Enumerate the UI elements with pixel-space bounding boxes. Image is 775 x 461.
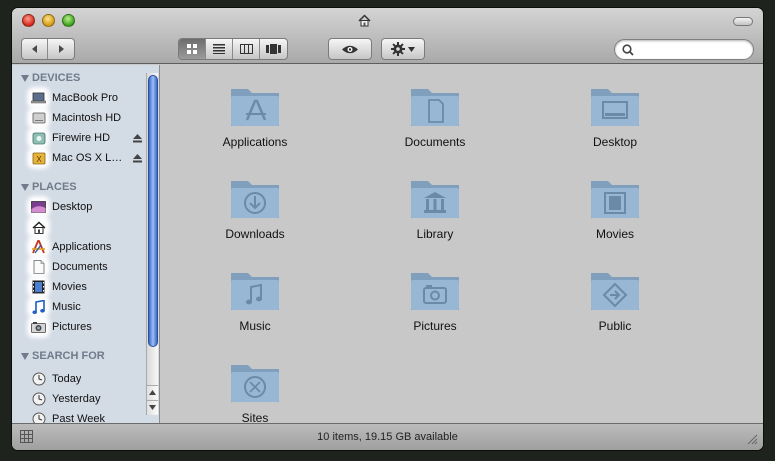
- music-note-icon: [30, 299, 47, 315]
- search-icon: [622, 44, 634, 56]
- eject-icon[interactable]: [133, 153, 142, 163]
- sidebar-scrollbar[interactable]: [146, 73, 158, 415]
- sidebar-item-macintosh-hd[interactable]: Macintosh HD: [30, 109, 142, 127]
- window-title: [358, 12, 375, 28]
- folder-applications[interactable]: Applications: [195, 83, 315, 153]
- file-browser: Applications Documents Desktop Downloads: [161, 65, 763, 425]
- sidebar-item-desktop[interactable]: Desktop: [30, 198, 142, 216]
- disclosure-triangle-icon: [21, 183, 29, 191]
- action-menu-button[interactable]: [381, 38, 425, 60]
- chevron-down-icon: [149, 405, 156, 410]
- camera-icon: [30, 319, 47, 335]
- movies-folder-icon: [591, 181, 639, 218]
- document-icon: [30, 259, 47, 275]
- sidebar-item-documents[interactable]: Documents: [30, 258, 142, 276]
- clock-icon: [30, 411, 47, 423]
- folder-library[interactable]: Library: [375, 175, 495, 245]
- sidebar-item-movies[interactable]: Movies: [30, 278, 142, 296]
- search-input[interactable]: [639, 42, 749, 57]
- home-icon: [358, 13, 371, 26]
- resize-grip-icon[interactable]: [747, 434, 758, 445]
- grid-icon: [186, 43, 197, 54]
- chevron-up-icon: [149, 390, 156, 395]
- sidebar-item-macbook-pro[interactable]: MacBook Pro: [30, 89, 142, 107]
- folder-downloads[interactable]: Downloads: [195, 175, 315, 245]
- back-arrow-icon: [32, 45, 37, 53]
- forward-button[interactable]: [48, 39, 74, 59]
- coverflow-icon: [266, 44, 281, 54]
- sidebar-item-pictures[interactable]: Pictures: [30, 318, 142, 336]
- scroll-up-button[interactable]: [147, 385, 158, 399]
- library-folder-icon: [411, 181, 459, 218]
- minimize-button[interactable]: [42, 14, 55, 27]
- sidebar-scroll-thumb[interactable]: [148, 75, 158, 347]
- desktop-folder-icon: [591, 89, 639, 126]
- laptop-icon: [30, 90, 47, 106]
- disclosure-triangle-icon: [21, 74, 29, 82]
- back-forward-control: [21, 38, 75, 60]
- sidebar-section-devices[interactable]: DEVICES: [21, 71, 80, 85]
- status-bar: 10 items, 19.15 GB available: [12, 423, 763, 450]
- hard-drive-icon: [30, 110, 47, 126]
- external-drive-icon: [30, 130, 47, 146]
- sidebar-item-firewire-hd[interactable]: Firewire HD: [30, 129, 142, 147]
- sidebar-section-places[interactable]: PLACES: [21, 180, 77, 194]
- sidebar-item-music[interactable]: Music: [30, 298, 142, 316]
- toolbar-toggle-button[interactable]: [733, 17, 753, 26]
- sidebar-item-today[interactable]: Today: [30, 370, 142, 388]
- folder-music[interactable]: Music: [195, 267, 315, 337]
- folder-sites[interactable]: Sites: [195, 359, 315, 429]
- film-icon: [30, 279, 47, 295]
- zoom-button[interactable]: [62, 14, 75, 27]
- search-field[interactable]: [614, 39, 754, 60]
- gear-icon: [391, 42, 405, 56]
- scroll-down-button[interactable]: [147, 400, 158, 414]
- columns-icon: [239, 44, 253, 54]
- quick-look-button[interactable]: [328, 38, 372, 60]
- music-folder-icon: [231, 273, 279, 310]
- svg-text:X: X: [36, 155, 42, 164]
- desktop-icon: [30, 199, 47, 215]
- back-button[interactable]: [22, 39, 48, 59]
- eject-icon[interactable]: [133, 133, 142, 143]
- coverflow-view-button[interactable]: [260, 39, 287, 59]
- sidebar: DEVICES MacBook Pro Macintosh HD Firewir…: [12, 65, 160, 423]
- sidebar-item-applications[interactable]: Applications: [30, 238, 142, 256]
- downloads-folder-icon: [231, 181, 279, 218]
- close-button[interactable]: [22, 14, 35, 27]
- folder-public[interactable]: Public: [555, 267, 675, 337]
- list-view-button[interactable]: [206, 39, 233, 59]
- sites-folder-icon: [231, 365, 279, 402]
- chevron-down-icon: [408, 46, 415, 52]
- title-toolbar: [12, 8, 763, 64]
- sidebar-item-home[interactable]: [30, 218, 142, 236]
- sidebar-item-mac-os-x-install[interactable]: X Mac OS X L…: [30, 149, 142, 167]
- disk-image-icon: X: [30, 150, 47, 166]
- forward-arrow-icon: [58, 45, 64, 53]
- applications-folder-icon: [231, 89, 279, 126]
- sidebar-section-search-for[interactable]: SEARCH FOR: [21, 349, 105, 363]
- view-mode-control: [178, 38, 288, 60]
- clock-icon: [30, 371, 47, 387]
- finder-window: DEVICES MacBook Pro Macintosh HD Firewir…: [12, 8, 763, 450]
- eye-icon: [342, 45, 358, 53]
- folder-documents[interactable]: Documents: [375, 83, 495, 153]
- folder-pictures[interactable]: Pictures: [375, 267, 495, 337]
- documents-folder-icon: [411, 89, 459, 126]
- public-folder-icon: [591, 273, 639, 310]
- list-icon: [213, 44, 225, 54]
- clock-icon: [30, 391, 47, 407]
- pictures-folder-icon: [411, 273, 459, 310]
- sidebar-item-past-week[interactable]: Past Week: [30, 410, 142, 423]
- column-view-button[interactable]: [233, 39, 260, 59]
- applications-icon: [30, 239, 47, 255]
- status-text: 10 items, 19.15 GB available: [317, 431, 458, 443]
- folder-movies[interactable]: Movies: [555, 175, 675, 245]
- home-icon: [30, 219, 47, 235]
- icon-view-button[interactable]: [179, 39, 206, 59]
- folder-desktop[interactable]: Desktop: [555, 83, 675, 153]
- disclosure-triangle-icon: [21, 352, 29, 360]
- sidebar-item-yesterday[interactable]: Yesterday: [30, 390, 142, 408]
